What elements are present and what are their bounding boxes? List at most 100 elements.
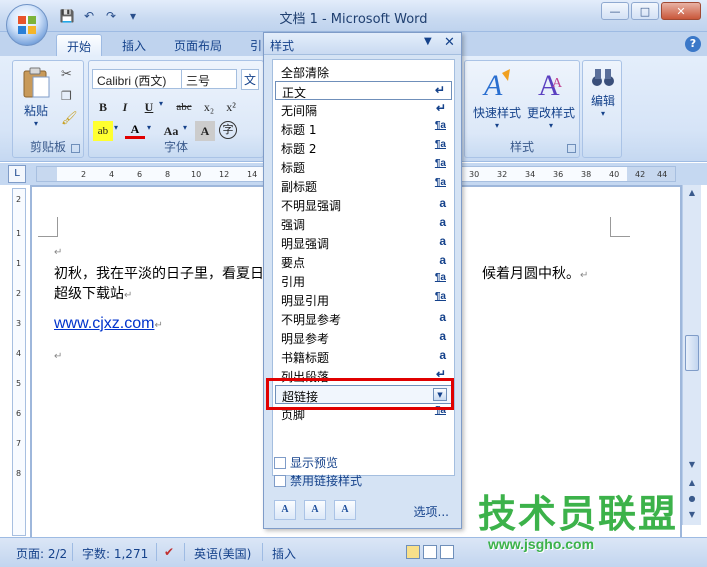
full-screen-reading-icon[interactable]	[423, 545, 437, 559]
style-item-intense-reference[interactable]: 明显参考 a	[275, 328, 452, 347]
tab-page-layout[interactable]: 页面布局	[164, 34, 232, 56]
font-color-dropdown-icon[interactable]: ▾	[147, 123, 151, 132]
superscript-button[interactable]: x²	[221, 97, 241, 117]
ruler-tick: 2	[81, 170, 87, 179]
editing-group: 编辑 ▾	[582, 60, 622, 158]
maximize-button[interactable]: □	[631, 2, 659, 20]
paragraph-2[interactable]: 超级下载站↵	[54, 283, 132, 303]
vertical-scrollbar[interactable]: ▲ ▼ ▲ ● ▼	[682, 185, 701, 525]
status-bar: 页面: 2/2 字数: 1,271 ✔ 英语(美国) 插入	[0, 537, 707, 567]
web-layout-icon[interactable]	[440, 545, 454, 559]
character-style-icon: a	[439, 329, 446, 343]
style-item-subtitle[interactable]: 副标题 ¶a	[275, 176, 452, 195]
status-page[interactable]: 页面: 2/2	[16, 545, 67, 562]
ruler-tick: 8	[165, 170, 171, 179]
style-item-quote[interactable]: 引用 ¶a	[275, 271, 452, 290]
font-group-label: 字体	[163, 140, 188, 154]
scroll-up-icon[interactable]: ▲	[684, 185, 700, 201]
vruler-tick: 2	[16, 289, 22, 298]
disable-linked-option[interactable]: 禁用链接样式	[274, 472, 362, 489]
vruler-tick: 1	[16, 229, 22, 238]
svg-text:A: A	[552, 76, 563, 91]
bold-button[interactable]: B	[93, 97, 113, 117]
browse-object-icon[interactable]: ●	[684, 491, 700, 507]
pane-close-icon[interactable]: ✕	[444, 35, 455, 50]
linked-style-icon: ¶a	[434, 272, 446, 283]
hyperlink[interactable]: www.cjxz.com	[54, 315, 154, 332]
partial-icon[interactable]: 文	[241, 69, 260, 90]
new-style-icon[interactable]: A	[274, 500, 296, 520]
style-item-strong[interactable]: 要点 a	[275, 252, 452, 271]
status-word-count[interactable]: 字数: 1,271	[82, 545, 148, 562]
help-icon[interactable]: ?	[685, 36, 701, 52]
status-insert-mode[interactable]: 插入	[272, 545, 296, 562]
prev-page-icon[interactable]: ▲	[684, 475, 700, 491]
font-color-button[interactable]: A	[125, 121, 145, 139]
tab-selector[interactable]: L	[8, 165, 26, 183]
ruler-tick: 40	[609, 170, 620, 179]
show-preview-option[interactable]: 显示预览	[274, 454, 338, 471]
paragraph-1[interactable]: 初秋，我在平淡的日子里，看夏日	[54, 263, 264, 283]
clipboard-group: 粘贴 ▾ ✂ ❐ 🖌 剪贴板	[12, 60, 84, 158]
style-item-book-title[interactable]: 书籍标题 a	[275, 347, 452, 366]
ruler-tick: 12	[219, 170, 230, 179]
paragraph-1-end-block[interactable]: 候着月圆中秋。↵	[482, 263, 588, 283]
pane-dropdown-icon[interactable]: ▼	[424, 36, 432, 47]
underline-dropdown-icon[interactable]: ▾	[159, 99, 163, 108]
change-case-dropdown-icon[interactable]: ▾	[183, 123, 187, 132]
ruler-tick: 36	[553, 170, 564, 179]
change-styles-button[interactable]: A A 更改样式 ▾	[523, 67, 579, 130]
scroll-down-icon[interactable]: ▼	[684, 457, 700, 473]
highlight-dropdown-icon[interactable]: ▾	[114, 123, 118, 132]
proofing-icon[interactable]: ✔	[164, 545, 174, 559]
style-item-title[interactable]: 标题 ¶a	[275, 157, 452, 176]
cut-icon[interactable]: ✂	[61, 67, 72, 82]
style-item-normal[interactable]: 正文 ↵	[275, 81, 452, 100]
italic-button[interactable]: I	[115, 97, 135, 117]
options-link[interactable]: 选项...	[414, 503, 449, 520]
style-inspector-icon[interactable]: A	[304, 500, 326, 520]
minimize-button[interactable]: —	[601, 2, 629, 20]
style-item-subtle-reference[interactable]: 不明显参考 a	[275, 309, 452, 328]
margin-corner-mark	[38, 217, 58, 237]
style-item-subtle-emphasis[interactable]: 不明显强调 a	[275, 195, 452, 214]
paragraph-3[interactable]: www.cjxz.com↵	[54, 315, 163, 333]
quick-styles-icon: A	[482, 69, 510, 102]
paste-button[interactable]: 粘贴 ▾	[19, 67, 53, 128]
scroll-thumb[interactable]	[685, 335, 699, 371]
quick-styles-button[interactable]: A 快速样式 ▾	[469, 67, 525, 130]
style-item-no-spacing[interactable]: 无间隔 ↵	[275, 100, 452, 119]
status-language[interactable]: 英语(美国)	[194, 545, 251, 562]
ruler-tick: 38	[581, 170, 592, 179]
styles-group-label: 样式	[509, 140, 534, 154]
copy-icon[interactable]: ❐	[61, 89, 72, 103]
highlight-annotation	[266, 378, 454, 410]
tab-home[interactable]: 开始	[56, 34, 103, 56]
underline-button[interactable]: U	[139, 97, 159, 117]
office-button[interactable]	[6, 4, 48, 46]
font-name-select[interactable]: Calibri (西文)	[92, 69, 182, 89]
strikethrough-button[interactable]: abc	[171, 97, 197, 117]
styles-launcher[interactable]	[567, 144, 576, 153]
disable-linked-checkbox[interactable]	[274, 474, 286, 487]
style-item-intense-emphasis[interactable]: 明显强调 a	[275, 233, 452, 252]
linked-style-icon: ¶a	[434, 139, 446, 150]
next-page-icon[interactable]: ▼	[684, 507, 700, 523]
subscript-button[interactable]: x₂	[199, 97, 219, 117]
style-item-clear-all[interactable]: 全部清除	[275, 62, 452, 81]
vertical-ruler[interactable]: 2 1 1 2 3 4 5 6 7 8	[12, 188, 26, 536]
style-item-emphasis[interactable]: 强调 a	[275, 214, 452, 233]
close-button[interactable]: ✕	[661, 2, 701, 20]
show-preview-checkbox[interactable]	[274, 456, 286, 469]
manage-styles-icon[interactable]: A	[334, 500, 356, 520]
style-item-heading-1[interactable]: 标题 1 ¶a	[275, 119, 452, 138]
editing-button[interactable]: 编辑 ▾	[585, 67, 621, 118]
tab-insert[interactable]: 插入	[112, 34, 156, 56]
clipboard-launcher[interactable]	[71, 144, 80, 153]
enclose-char-button[interactable]: 字	[219, 121, 237, 139]
format-painter-icon[interactable]: 🖌	[61, 111, 78, 126]
style-item-intense-quote[interactable]: 明显引用 ¶a	[275, 290, 452, 309]
print-layout-icon[interactable]	[406, 545, 420, 559]
font-size-select[interactable]: 三号	[181, 69, 237, 89]
style-item-heading-2[interactable]: 标题 2 ¶a	[275, 138, 452, 157]
